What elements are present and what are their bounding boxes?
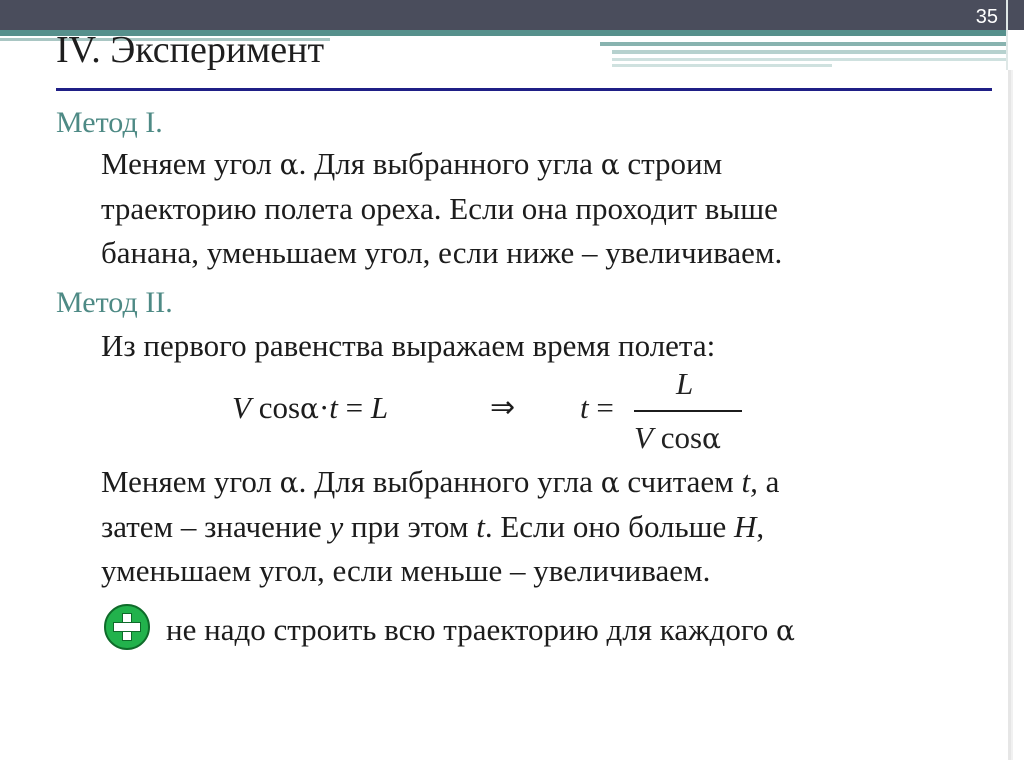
header-stripe <box>612 58 1006 61</box>
page-number: 35 <box>975 6 998 28</box>
text-line: уменьшаем угол, если меньше – увеличивае… <box>101 553 711 588</box>
text-run: считаем <box>619 464 742 499</box>
var-y: y <box>329 509 344 544</box>
implies-arrow: ⇒ <box>490 390 516 425</box>
header-stripe <box>612 50 1006 54</box>
slide-title: IV. Эксперимент <box>56 29 325 71</box>
text-run: . Для выбранного угла <box>298 146 601 181</box>
fraction-numerator: L <box>676 366 694 401</box>
var-v: V <box>232 390 251 425</box>
text-line: траекторию полета ореха. Если она проход… <box>101 191 778 226</box>
text-run: . Если оно больше <box>484 509 735 544</box>
var-t: t, <box>741 464 758 499</box>
method-2-text: Меняем угол α. Для выбранного угла α счи… <box>101 460 779 593</box>
header-divider <box>1006 0 1008 70</box>
var-t: t <box>476 509 485 544</box>
alpha-symbol: α <box>776 614 795 647</box>
text-run: Меняем угол <box>101 146 280 181</box>
method-2-intro: Из первого равенства выражаем время поле… <box>101 328 716 363</box>
title-underline <box>56 88 992 91</box>
text-run: строим <box>619 146 723 181</box>
slide-edge-shadow <box>1011 70 1013 760</box>
text-run: при этом <box>343 509 477 544</box>
equals-sign: = <box>337 390 371 425</box>
header-stripe <box>612 64 832 67</box>
var-h: H <box>734 509 757 544</box>
text-line: банана, уменьшаем угол, если ниже – увел… <box>101 235 783 270</box>
text-run: , <box>756 509 765 544</box>
var-v: V <box>634 420 653 455</box>
advantage-text: не надо строить всю траекторию для каждо… <box>166 612 795 648</box>
fraction-bar <box>634 410 742 412</box>
slide: 35 IV. Эксперимент Метод I. Меняем угол … <box>0 0 1024 767</box>
text-run: Меняем угол <box>101 464 280 499</box>
header-stripe <box>600 42 1006 46</box>
text-run: не надо строить всю траекторию для каждо… <box>166 612 777 647</box>
text-run: . Для выбранного угла <box>298 464 601 499</box>
header-bar <box>0 0 1024 30</box>
alpha-symbol: α <box>300 392 319 425</box>
text-run: затем – значение <box>101 509 330 544</box>
method-1-text: Меняем угол α. Для выбранного угла α стр… <box>101 142 782 275</box>
cos-text: cos <box>250 390 301 425</box>
text-run: а <box>757 464 780 499</box>
alpha-symbol: α <box>702 422 721 455</box>
alpha-symbol: α <box>279 148 299 181</box>
alpha-symbol: α <box>279 466 299 499</box>
var-l: L <box>370 390 389 425</box>
var-t: t <box>329 390 338 425</box>
method-1-heading: Метод I. <box>56 106 163 139</box>
alpha-symbol: α <box>600 466 620 499</box>
equation-left: V cosα·t = L <box>232 390 388 426</box>
plus-circle-icon <box>104 604 150 650</box>
alpha-symbol: α <box>600 148 620 181</box>
fraction-denominator: V cosα <box>634 420 721 456</box>
cos-text: cos <box>652 420 703 455</box>
text-line: Меняем угол α. Для выбранного угла α счи… <box>101 460 779 505</box>
equals-sign: = <box>588 390 614 425</box>
text-line: затем – значение y при этом t. Если оно … <box>101 505 779 549</box>
equation-right-lhs: t = <box>580 390 614 426</box>
method-2-heading: Метод II. <box>56 286 173 319</box>
plus-icon-part <box>123 623 131 631</box>
text-line: Меняем угол α. Для выбранного угла α стр… <box>101 142 782 187</box>
dot-operator: · <box>318 390 330 425</box>
var-t: t <box>580 390 589 425</box>
